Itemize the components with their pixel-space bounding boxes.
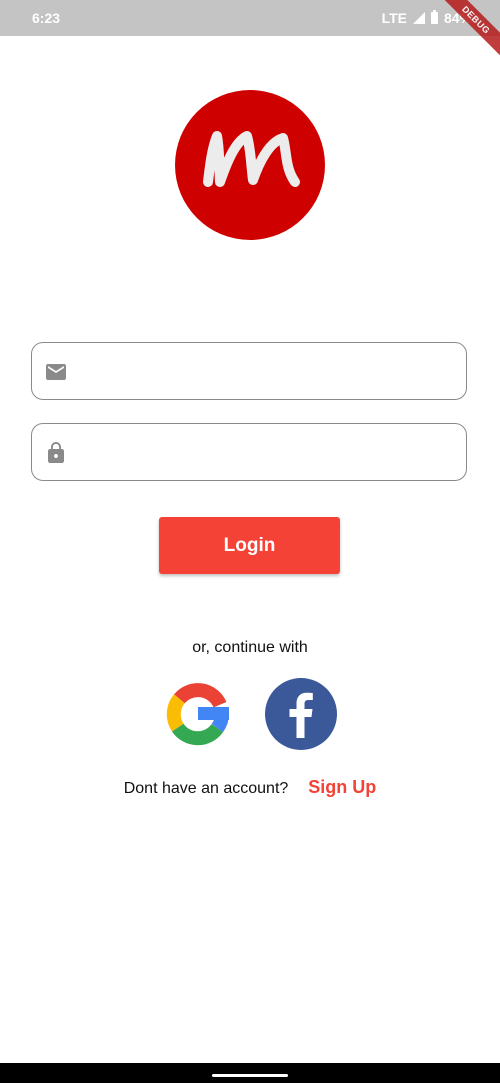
password-input[interactable] <box>90 424 454 482</box>
mail-icon <box>46 364 66 380</box>
system-nav-bar <box>0 1063 500 1083</box>
facebook-login-button[interactable] <box>265 678 337 750</box>
google-icon <box>162 678 234 750</box>
email-input[interactable] <box>90 343 454 401</box>
password-field[interactable] <box>31 423 467 482</box>
signal-icon <box>412 12 425 24</box>
app-logo <box>175 90 325 240</box>
lock-icon <box>48 442 64 463</box>
network-type: LTE <box>381 10 407 26</box>
signup-link[interactable]: Sign Up <box>308 777 376 797</box>
home-gesture-handle[interactable] <box>212 1074 288 1077</box>
social-prompt: or, continue with <box>192 639 308 656</box>
email-field[interactable] <box>31 342 467 401</box>
status-bar: 6:23 LTE 84% DEBUG <box>0 0 500 62</box>
battery-icon <box>430 10 438 24</box>
facebook-icon <box>265 678 337 750</box>
signup-row: Dont have an account? Sign Up <box>0 777 500 798</box>
signup-question: Dont have an account? <box>123 780 289 797</box>
logo-m-icon <box>203 131 300 187</box>
status-time: 6:23 <box>32 10 61 26</box>
login-button[interactable]: Login <box>159 517 340 574</box>
google-login-button[interactable] <box>162 678 234 750</box>
